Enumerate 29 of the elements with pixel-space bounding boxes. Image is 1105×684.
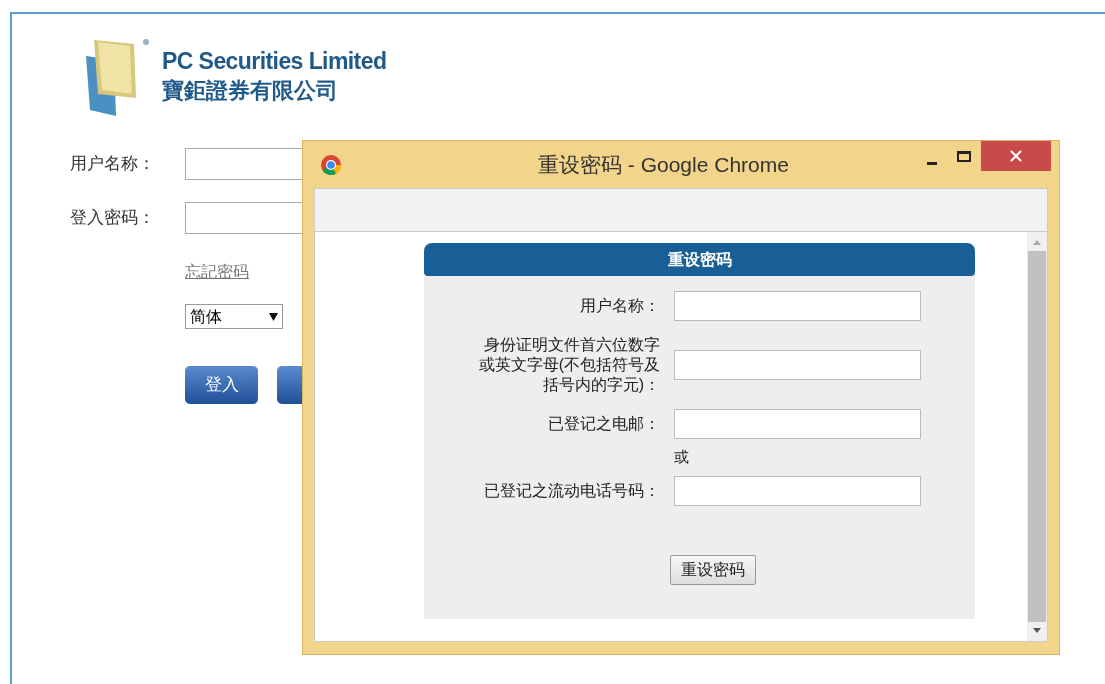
separator-text: 或 bbox=[674, 447, 689, 467]
scroll-up-icon[interactable] bbox=[1033, 240, 1041, 245]
company-name: PC Securities Limited bbox=[162, 47, 387, 76]
scrollbar-thumb[interactable] bbox=[1028, 251, 1046, 622]
company-name-chinese: 寶鉅證券有限公司 bbox=[162, 77, 339, 105]
close-icon bbox=[1010, 150, 1022, 162]
window-title: 重设密码 - Google Chrome bbox=[538, 151, 789, 178]
dropdown-arrow-icon bbox=[269, 312, 278, 321]
input-field[interactable] bbox=[674, 350, 921, 380]
input-field[interactable] bbox=[185, 202, 302, 234]
browser-logo-icon bbox=[320, 153, 342, 176]
reset-password-button[interactable]: 重设密码 bbox=[670, 554, 756, 585]
field-label: 用户名称： bbox=[69, 153, 156, 176]
field-label: 已登记之流动电话号码： bbox=[484, 480, 660, 501]
field-label: 登入密码： bbox=[69, 207, 156, 230]
login-button[interactable] bbox=[277, 366, 302, 404]
field-label: 身份证明文件首六位数字或英文字母(不包括符号及括号内的字元)： bbox=[477, 335, 660, 395]
close-button[interactable] bbox=[981, 141, 1051, 171]
forgot-password-link[interactable]: 忘記密码 bbox=[185, 263, 249, 280]
input-field[interactable] bbox=[674, 475, 921, 506]
form-header: 重设密码 bbox=[424, 243, 975, 276]
field-label: 用户名称： bbox=[580, 296, 660, 316]
input-field[interactable] bbox=[674, 291, 921, 321]
input-field[interactable] bbox=[674, 409, 921, 439]
input-field[interactable] bbox=[185, 148, 302, 180]
language-select[interactable]: 简体 bbox=[185, 304, 283, 329]
login-button[interactable]: 登入 bbox=[185, 366, 258, 404]
scroll-down-icon[interactable] bbox=[1033, 628, 1041, 633]
field-label: 已登记之电邮： bbox=[548, 414, 660, 434]
